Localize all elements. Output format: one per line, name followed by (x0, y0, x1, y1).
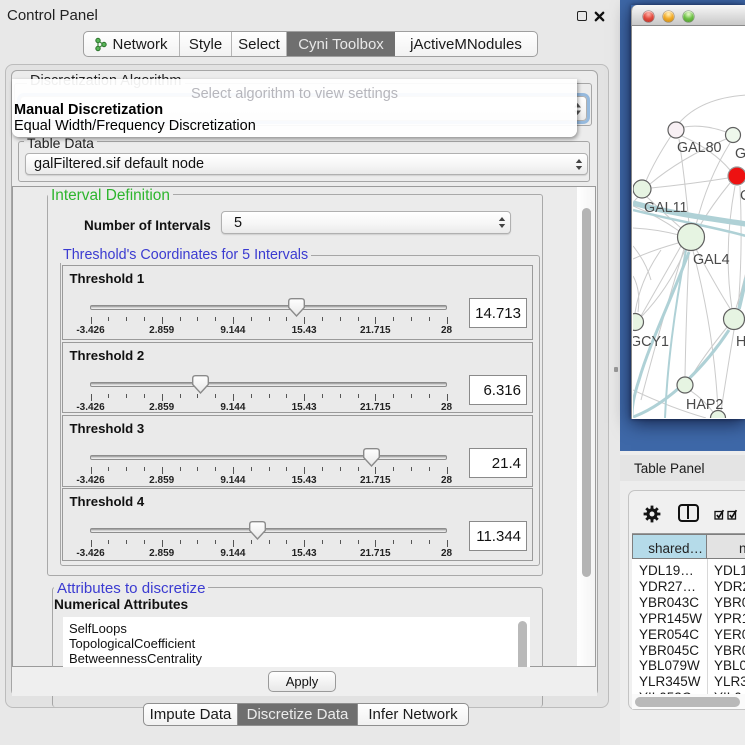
svg-text:GCY1: GCY1 (633, 334, 669, 350)
svg-text:H: H (736, 334, 745, 350)
svg-text:GAL80: GAL80 (677, 140, 722, 156)
svg-text:GAL11: GAL11 (644, 200, 687, 216)
svg-text:C: C (740, 188, 745, 204)
svg-text:GA: GA (735, 146, 745, 162)
svg-text:GAL4: GAL4 (693, 252, 730, 268)
svg-text:HAP2: HAP2 (686, 397, 723, 413)
